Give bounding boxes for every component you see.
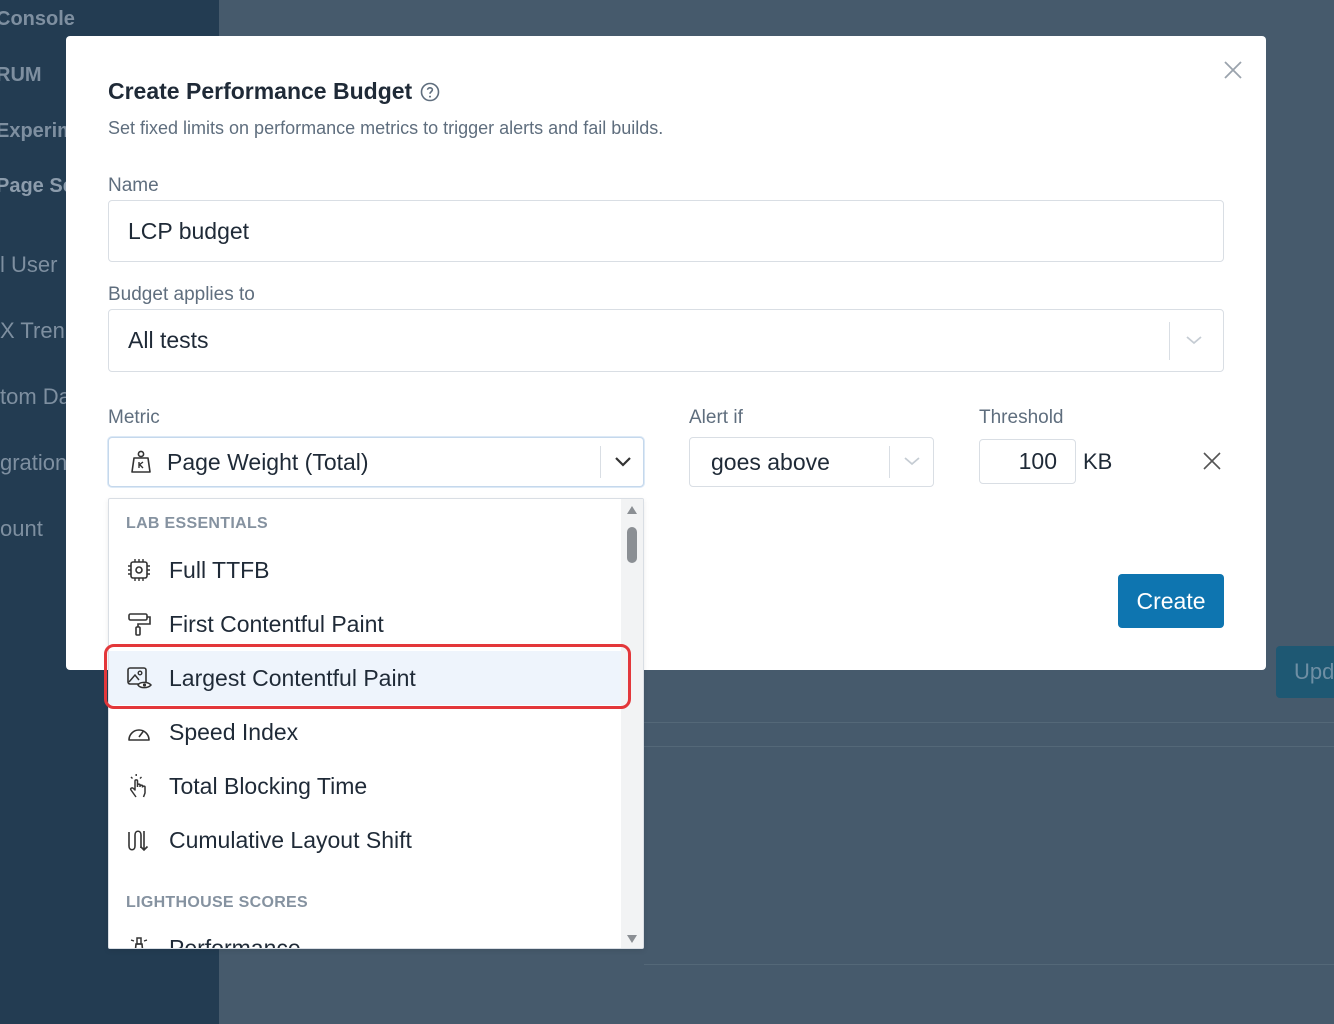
sidebar-item-custom-data[interactable]: tom Da — [0, 384, 71, 410]
option-largest-contentful-paint[interactable]: Largest Contentful Paint — [109, 651, 621, 705]
sidebar-item-page-speed[interactable]: Page Se — [0, 175, 74, 198]
remove-metric-icon[interactable] — [1201, 450, 1223, 472]
close-icon[interactable] — [1222, 59, 1244, 81]
dropdown-scrollbar[interactable] — [621, 499, 643, 948]
sidebar-item-user[interactable]: l User — [0, 252, 57, 278]
divider — [644, 722, 1334, 723]
threshold-value: 100 — [1018, 448, 1057, 474]
chevron-down-icon[interactable] — [614, 456, 632, 468]
chip-icon — [128, 559, 150, 581]
option-first-contentful-paint[interactable]: First Contentful Paint — [109, 597, 621, 651]
metric-dropdown[interactable]: LAB ESSENTIALS Full TTFB First Contentfu… — [108, 498, 644, 949]
metric-value: Page Weight (Total) — [167, 448, 369, 475]
scrollbar-thumb[interactable] — [627, 527, 637, 563]
weight-icon — [131, 450, 151, 473]
image-eye-icon — [127, 667, 152, 689]
select-separator — [889, 446, 890, 478]
threshold-label: Threshold — [979, 407, 1064, 428]
lighthouse-icon — [130, 937, 148, 948]
chevron-down-icon[interactable] — [1185, 334, 1203, 346]
option-label: Full TTFB — [169, 556, 270, 583]
sidebar-item-integrations[interactable]: gration — [0, 450, 67, 476]
sidebar-item-console[interactable]: Console — [0, 8, 75, 31]
alert-if-select[interactable]: goes above — [689, 437, 934, 487]
applies-to-select[interactable]: All tests — [108, 309, 1224, 372]
alert-if-value: goes above — [711, 448, 830, 475]
modal-title: Create Performance Budget — [108, 78, 440, 105]
metric-label: Metric — [108, 407, 160, 428]
select-separator — [600, 446, 601, 478]
group-label-lab-essentials: LAB ESSENTIALS — [126, 515, 268, 532]
sidebar-item-experiments[interactable]: Experim — [0, 120, 75, 143]
option-label: Total Blocking Time — [169, 772, 368, 799]
name-input[interactable]: LCP budget — [108, 200, 1224, 262]
layout-shift-icon — [128, 830, 149, 852]
hand-tap-icon — [130, 774, 146, 798]
paint-roller-icon — [128, 613, 151, 636]
option-speed-index[interactable]: Speed Index — [109, 705, 621, 759]
divider — [644, 746, 1334, 747]
option-total-blocking-time[interactable]: Total Blocking Time — [109, 759, 621, 813]
option-label: Performance — [169, 934, 301, 949]
divider — [644, 964, 1334, 965]
sidebar-item-rum[interactable]: RUM — [0, 64, 42, 87]
modal-subtitle: Set fixed limits on performance metrics … — [108, 118, 664, 138]
sidebar-item-account[interactable]: ount — [0, 516, 43, 542]
update-button[interactable]: Upd — [1276, 646, 1334, 698]
threshold-input[interactable]: 100 — [979, 439, 1076, 484]
name-value: LCP budget — [128, 217, 250, 244]
option-cumulative-layout-shift[interactable]: Cumulative Layout Shift — [109, 813, 621, 867]
option-label: First Contentful Paint — [169, 610, 384, 637]
help-icon[interactable] — [420, 82, 440, 102]
chevron-down-icon[interactable] — [903, 456, 921, 468]
scroll-down-icon[interactable] — [626, 934, 638, 944]
option-performance[interactable]: Performance — [109, 921, 621, 949]
option-label: Speed Index — [169, 718, 299, 745]
scroll-up-icon[interactable] — [626, 505, 638, 515]
option-label: Cumulative Layout Shift — [169, 826, 412, 853]
option-full-ttfb[interactable]: Full TTFB — [109, 543, 621, 597]
create-button[interactable]: Create — [1118, 574, 1224, 628]
threshold-unit: KB — [1083, 449, 1113, 474]
alert-if-label: Alert if — [689, 407, 743, 428]
metric-select[interactable]: Page Weight (Total) — [108, 437, 644, 487]
option-label: Largest Contentful Paint — [169, 664, 416, 691]
gauge-icon — [128, 729, 150, 741]
applies-to-label: Budget applies to — [108, 284, 255, 305]
select-separator — [1169, 322, 1170, 360]
group-label-lighthouse-scores: LIGHTHOUSE SCORES — [126, 894, 309, 911]
applies-to-value: All tests — [128, 327, 209, 353]
sidebar-item-trends[interactable]: X Tren — [0, 318, 65, 344]
name-label: Name — [108, 175, 159, 196]
